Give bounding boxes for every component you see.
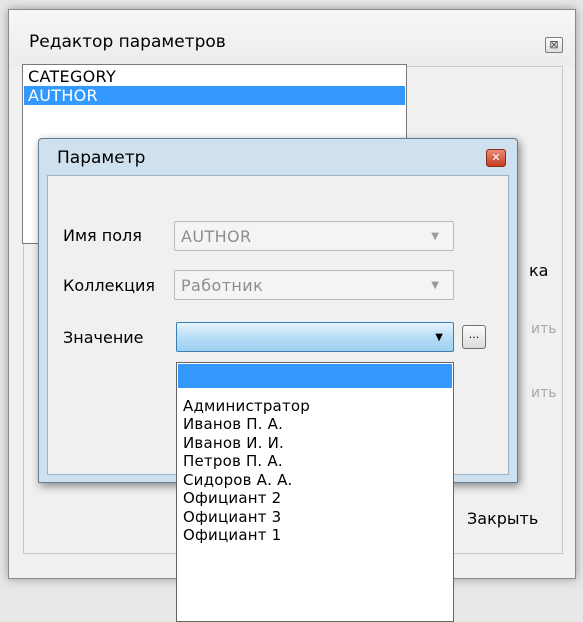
chevron-down-icon: ▼: [431, 231, 439, 242]
dropdown-option[interactable]: Петров П. А.: [178, 452, 452, 470]
list-item[interactable]: AUTHOR: [24, 86, 405, 105]
background-button-label[interactable]: ка: [529, 261, 548, 280]
close-icon[interactable]: ✕: [486, 149, 506, 167]
dropdown-option[interactable]: [178, 364, 452, 388]
field-name-label: Имя поля: [63, 226, 142, 245]
dropdown-option[interactable]: Иванов И. И.: [178, 434, 452, 452]
field-name-value: AUTHOR: [181, 227, 252, 246]
browse-button[interactable]: ...: [462, 325, 486, 349]
value-combo[interactable]: ▼: [176, 322, 454, 352]
value-label: Значение: [63, 328, 144, 347]
dropdown-option[interactable]: Официант 2: [178, 489, 452, 507]
close-button[interactable]: Закрыть: [467, 509, 538, 528]
background-button-label[interactable]: ить: [531, 385, 557, 401]
chevron-down-icon: ▼: [431, 280, 439, 291]
dropdown-option[interactable]: Официант 3: [178, 508, 452, 526]
chevron-down-icon[interactable]: ▼: [435, 332, 443, 343]
dialog-title: Параметр: [57, 148, 146, 168]
dropdown-option[interactable]: Администратор: [178, 397, 452, 415]
window-titlebar: Редактор параметров ⊠: [9, 10, 575, 66]
window-title: Редактор параметров: [29, 32, 226, 52]
list-item[interactable]: CATEGORY: [24, 67, 405, 86]
collection-value: Работник: [181, 276, 264, 295]
collection-combo: Работник ▼: [174, 270, 454, 300]
value-dropdown-list[interactable]: Администратор Иванов П. А. Иванов И. И. …: [176, 362, 454, 622]
dropdown-option[interactable]: Официант 1: [178, 526, 452, 544]
dropdown-option[interactable]: Иванов П. А.: [178, 415, 452, 433]
dropdown-option[interactable]: Сидоров А. А.: [178, 471, 452, 489]
background-button-label[interactable]: ить: [531, 321, 557, 337]
close-icon[interactable]: ⊠: [545, 37, 563, 53]
field-name-combo: AUTHOR ▼: [174, 221, 454, 251]
collection-label: Коллекция: [63, 276, 156, 295]
